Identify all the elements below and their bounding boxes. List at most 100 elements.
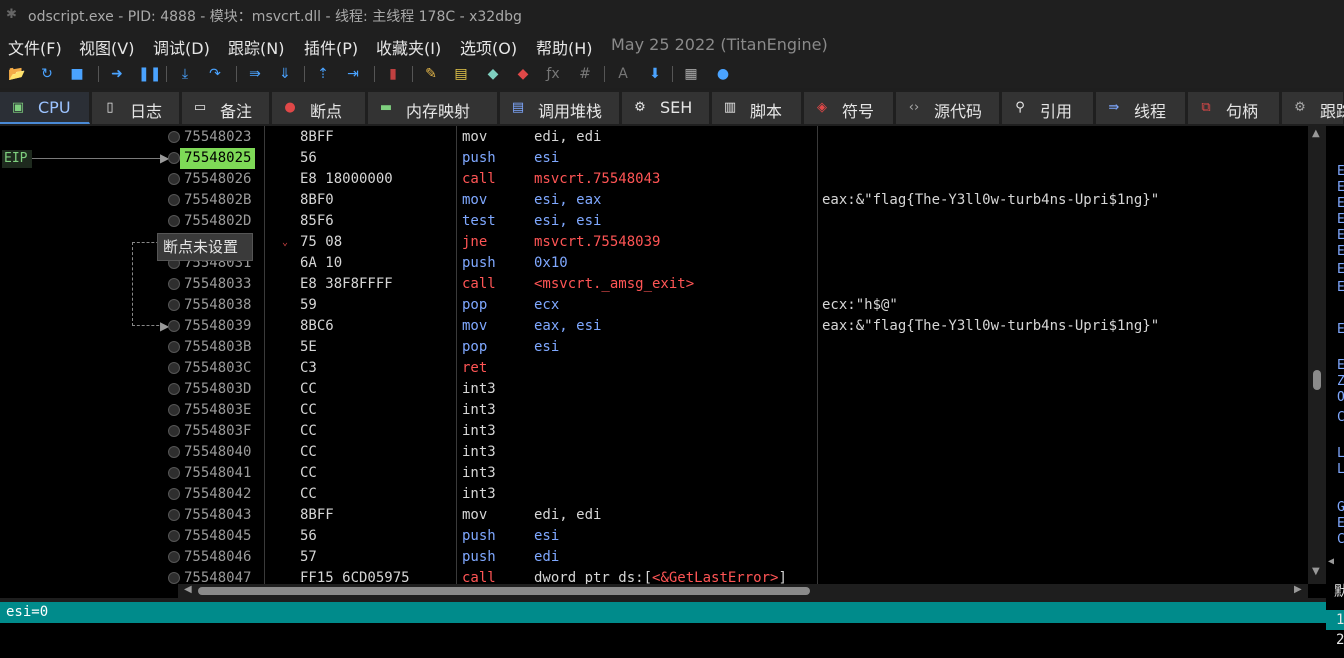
tab-label: 调用堆栈 [538,102,603,121]
scylla-icon[interactable]: ▮ [384,65,402,83]
menu-options[interactable]: 选项(O) [460,35,517,59]
window-title: odscript.exe - PID: 4888 - 模块：msvcrt.dll… [28,9,522,25]
menu-help[interactable]: 帮助(H) [536,35,593,59]
scroll-left-icon[interactable]: ◀ [1328,556,1334,567]
disasm-row[interactable]: 7554803E CC int3 [178,400,1308,421]
operand-part: esi, esi [534,213,602,229]
step-over-icon[interactable]: ↷ [206,65,224,83]
attach-icon[interactable]: ⬇ [646,65,664,83]
label-icon[interactable]: ◆ [484,65,502,83]
vertical-scroll-thumb[interactable] [1313,370,1321,390]
argument-row[interactable]: 2 [1326,630,1344,650]
menu-favourites[interactable]: 收藏夹(I) [376,35,441,59]
disasm-row[interactable]: 7554803F CC int3 [178,421,1308,442]
disasm-row[interactable]: 7554803C C3 ret [178,358,1308,379]
scroll-left-icon[interactable]: ◀ [184,584,192,595]
disasm-row[interactable]: 75548042 CC int3 [178,484,1308,505]
restart-icon[interactable]: ↻ [38,65,56,83]
instruction-operands: esi [534,337,559,358]
disasm-row[interactable]: 75548039 8BC6 mov eax, esi eax:&"flag{The-Y3… [178,316,1308,337]
memory-map-icon: ▬ [379,100,393,115]
calculator-icon[interactable]: ▦ [682,65,700,83]
disasm-row[interactable]: 7554802F⌄75 08jnemsvcrt.75548039 [178,232,1308,253]
toolbar-separator [236,66,237,82]
disasm-row[interactable]: 75548045 56 push esi [178,526,1308,547]
menu-view[interactable]: 视图(V) [79,35,134,59]
branch-gutter: EIP ▶ ▶ 断点未设置 [0,126,253,598]
operand-part: edi [534,549,560,565]
font-icon[interactable]: A [614,65,632,83]
disasm-row[interactable]: 7554803B 5E pop esi [178,337,1308,358]
disasm-row[interactable]: 75548040 CC int3 [178,442,1308,463]
tab-symbols[interactable]: ◈ 符号 [804,92,894,124]
tab-threads[interactable]: ⇛ 线程 [1096,92,1186,124]
disasm-row[interactable]: 75548031 6A 10 push 0x10 [178,253,1308,274]
scroll-right-icon[interactable]: ▶ [1294,584,1302,595]
disassembly-view[interactable]: 75548023 8BFF mov edi, edi 75548025 56 push esi… [178,126,1308,586]
tab-trace[interactable]: ⚙ 跟踪 [1282,92,1344,124]
menu-file[interactable]: 文件(F) [8,35,62,59]
comment-icon[interactable]: ▤ [452,65,470,83]
tab-script[interactable]: ▥ 脚本 [712,92,802,124]
menu-debug[interactable]: 调试(D) [153,35,210,59]
instruction-bytes: E8 18000000 [300,171,393,187]
scroll-up-icon[interactable]: ▲ [1312,128,1320,139]
stop-icon[interactable]: ■ [68,65,86,83]
tab-handles[interactable]: ⧉ 句柄 [1188,92,1280,124]
tab-seh[interactable]: ⚙ SEH [622,92,710,124]
tab-breakpoint[interactable]: ● 断点 [272,92,366,124]
tab-label: CPU [38,98,71,117]
tab-memory-map[interactable]: ▬ 内存映射 [368,92,498,124]
instruction-operands: edi, edi [534,505,601,526]
tab-source[interactable]: ‹› 源代码 [896,92,1000,124]
horizontal-scroll-thumb[interactable] [198,587,810,595]
call-stack-icon: ▤ [511,100,525,115]
function-icon[interactable]: ƒx [544,65,562,83]
menu-trace[interactable]: 跟踪(N) [228,35,284,59]
trace-into-icon[interactable]: ⇛ [246,65,264,83]
instruction-bytes: 5E [300,339,317,355]
execute-till-return-icon[interactable]: ⇡ [314,65,332,83]
disasm-row[interactable]: 75548025 56 push esi [178,148,1308,169]
disasm-row[interactable]: 7554803D CC int3 [178,379,1308,400]
patch-icon[interactable]: ✎ [422,65,440,83]
disasm-row[interactable]: 7554802B 8BF0 mov esi, eax eax:&"flag{The-Y3… [178,190,1308,211]
horizontal-scrollbar[interactable]: ◀ ▶ [178,584,1308,598]
disasm-row[interactable]: 75548026 E8 18000000 call msvcrt.75548043 [178,169,1308,190]
tab-references[interactable]: ⚲ 引用 [1002,92,1094,124]
tab-bar: ▣ CPU ▯ 日志 ▭ 备注 ● 断点 ▬ 内存映射 ▤ 调用堆栈 ⚙ SEH ▥ 脚本 ◈ 符号 ‹› 源代码 ⚲ 引… [0,90,1344,126]
instruction-operands: ecx [534,295,559,316]
menu-plugins[interactable]: 插件(P) [304,35,358,59]
disasm-row[interactable]: 75548043 8BFF mov edi, edi [178,505,1308,526]
disasm-row[interactable]: 75548033 E8 38F8FFFF call <msvcrt._amsg_exi… [178,274,1308,295]
disasm-row[interactable]: 75548041 CC int3 [178,463,1308,484]
disasm-row[interactable]: 75548046 57 push edi [178,547,1308,568]
instruction-mnemonic: int3 [462,486,496,502]
open-icon[interactable]: 📂 [8,65,26,83]
eip-arrow-line [32,158,166,159]
instruction-address: 7554803D [184,381,252,397]
tab-call-stack[interactable]: ▤ 调用堆栈 [500,92,620,124]
instruction-operands: msvcrt.75548043 [534,169,660,190]
globe-icon[interactable]: ● [714,65,732,83]
tab-cpu[interactable]: ▣ CPU [0,92,90,124]
instruction-bytes: CC [300,423,317,439]
tab-log[interactable]: ▯ 日志 [92,92,180,124]
disasm-row[interactable]: 75548023 8BFF mov edi, edi [178,127,1308,148]
tab-label: 脚本 [750,102,783,121]
run-to-user-code-icon[interactable]: ⇥ [344,65,362,83]
bookmark-icon[interactable]: ◆ [514,65,532,83]
run-icon[interactable]: ➜ [108,65,126,83]
instruction-address: 7554803C [184,360,252,376]
scroll-down-icon[interactable]: ▼ [1312,566,1320,577]
disasm-row[interactable]: 75548038 59 pop ecx ecx:"h$@" [178,295,1308,316]
registers-panel[interactable]: E E E E E E E E E E Z O C L L G E C ◀ 默 1 2 [1326,126,1344,658]
vertical-scrollbar[interactable]: ▲ ▼ [1308,126,1326,584]
tab-notes[interactable]: ▭ 备注 [182,92,270,124]
hash-icon[interactable]: # [576,65,594,83]
step-into-icon[interactable]: ⤓ [176,65,194,83]
disasm-row[interactable]: 7554802D 85F6 test esi, esi [178,211,1308,232]
trace-over-icon[interactable]: ⇓ [276,65,294,83]
pause-icon[interactable]: ❚❚ [138,65,161,83]
argument-row[interactable]: 1 [1326,610,1344,630]
